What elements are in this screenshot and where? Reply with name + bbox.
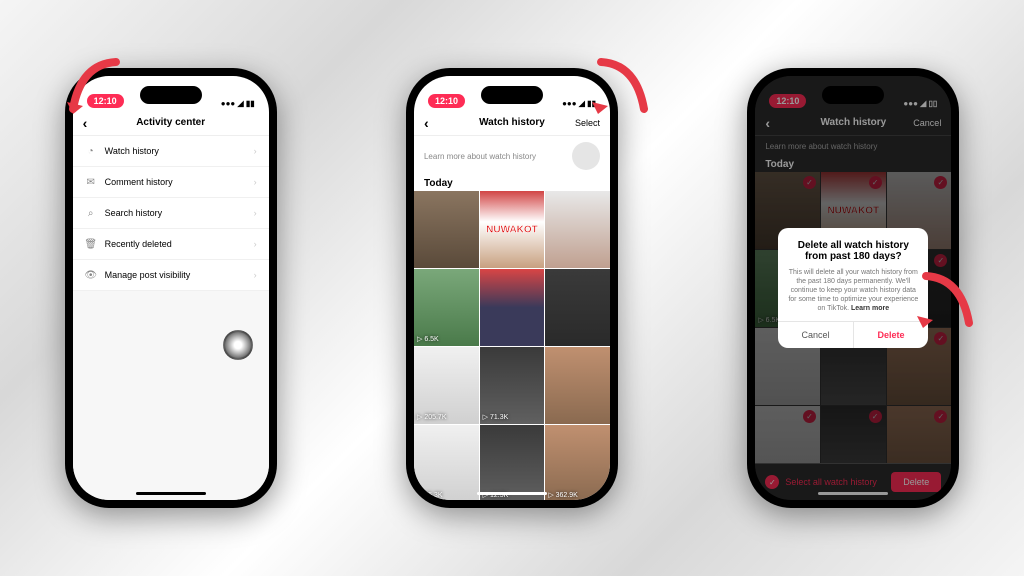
- view-count: ▷ 205.7K: [417, 413, 447, 421]
- time-pill: 12:10: [428, 94, 465, 108]
- view-count: ▷ 362.9K: [548, 491, 578, 499]
- clock-icon: ◔: [85, 145, 97, 157]
- settings-list: ◔ Watch history › ✉ Comment history › ⌕ …: [73, 136, 269, 500]
- video-thumb[interactable]: ▷ 71.3K: [480, 347, 545, 424]
- list-item-label: Manage post visibility: [105, 270, 246, 280]
- home-indicator[interactable]: [477, 492, 547, 495]
- phone-activity-center: 12:10 ●●● ◢ ▮▮ ‹ Activity center ◔ Watch…: [65, 68, 277, 508]
- chevron-right-icon: ›: [254, 177, 257, 187]
- section-header: Today: [414, 176, 610, 191]
- list-item-label: Comment history: [105, 177, 246, 187]
- view-count: ▷ 55.3K: [417, 491, 443, 499]
- nav-header: ‹ Activity center: [73, 110, 269, 136]
- video-thumb[interactable]: NUWAKOT: [480, 191, 545, 268]
- phone-watch-history: 12:10 ●●● ◢ ▮▮ ‹ Watch history Select Le…: [406, 68, 618, 508]
- video-thumb[interactable]: ▷ 6.5K: [414, 269, 479, 346]
- search-icon: ⌕: [85, 207, 97, 219]
- back-icon[interactable]: ‹: [424, 115, 454, 131]
- modal-backdrop[interactable]: Delete all watch history from past 180 d…: [755, 76, 951, 500]
- modal-body: This will delete all your watch history …: [788, 268, 918, 313]
- dynamic-island: [822, 86, 884, 104]
- confirm-delete-modal: Delete all watch history from past 180 d…: [778, 228, 928, 348]
- modal-cancel-button[interactable]: Cancel: [778, 322, 854, 348]
- chevron-right-icon: ›: [254, 208, 257, 218]
- nav-header: ‹ Watch history Select: [414, 110, 610, 136]
- list-item-search-history[interactable]: ⌕ Search history ›: [73, 198, 269, 229]
- info-banner[interactable]: Learn more about watch history: [414, 136, 610, 176]
- video-thumb[interactable]: ▷ 362.9K: [545, 425, 610, 500]
- trash-icon: 🗑: [85, 238, 97, 250]
- phone-delete-modal: 12:10 ●●● ◢ ▯▯ ‹ Watch history Cancel Le…: [747, 68, 959, 508]
- select-button[interactable]: Select: [570, 118, 600, 128]
- dynamic-island: [140, 86, 202, 104]
- eye-icon: 👁: [85, 269, 97, 281]
- thumb-overlay-text: NUWAKOT: [486, 224, 538, 235]
- assistive-touch-icon[interactable]: [223, 330, 253, 360]
- video-thumb[interactable]: [480, 269, 545, 346]
- modal-delete-button[interactable]: Delete: [854, 322, 929, 348]
- status-icons: ●●● ◢ ▮▮: [562, 99, 596, 108]
- list-item-label: Search history: [105, 208, 246, 218]
- video-thumb[interactable]: [545, 347, 610, 424]
- video-thumb[interactable]: ▷ 205.7K: [414, 347, 479, 424]
- list-item-label: Watch history: [105, 146, 246, 156]
- view-count: ▷ 71.3K: [483, 413, 509, 421]
- video-grid: NUWAKOT ▷ 6.5K ▷ 205.7K ▷ 71.3K ▷ 55.3K …: [414, 191, 610, 500]
- list-item-post-visibility[interactable]: 👁 Manage post visibility ›: [73, 260, 269, 291]
- video-thumb[interactable]: ▷ 55.3K: [414, 425, 479, 500]
- video-thumb[interactable]: ▷ 12.5K: [480, 425, 545, 500]
- modal-actions: Cancel Delete: [778, 321, 928, 348]
- list-item-label: Recently deleted: [105, 239, 246, 249]
- back-icon[interactable]: ‹: [83, 115, 113, 131]
- time-pill: 12:10: [87, 94, 124, 108]
- dynamic-island: [481, 86, 543, 104]
- avatar[interactable]: [572, 142, 600, 170]
- home-indicator[interactable]: [136, 492, 206, 495]
- chevron-right-icon: ›: [254, 146, 257, 156]
- list-item-comment-history[interactable]: ✉ Comment history ›: [73, 167, 269, 198]
- view-count: ▷ 6.5K: [417, 335, 439, 343]
- chevron-right-icon: ›: [254, 239, 257, 249]
- learn-more-link[interactable]: Learn more: [851, 305, 889, 312]
- chevron-right-icon: ›: [254, 270, 257, 280]
- video-thumb[interactable]: [545, 191, 610, 268]
- list-item-watch-history[interactable]: ◔ Watch history ›: [73, 136, 269, 167]
- chat-icon: ✉: [85, 176, 97, 188]
- info-text: Learn more about watch history: [424, 152, 536, 161]
- page-title: Activity center: [113, 117, 229, 128]
- page-title: Watch history: [454, 117, 570, 128]
- video-thumb[interactable]: [545, 269, 610, 346]
- list-item-recently-deleted[interactable]: 🗑 Recently deleted ›: [73, 229, 269, 260]
- video-thumb[interactable]: [414, 191, 479, 268]
- modal-title: Delete all watch history from past 180 d…: [788, 240, 918, 262]
- status-icons: ●●● ◢ ▮▮: [221, 99, 255, 108]
